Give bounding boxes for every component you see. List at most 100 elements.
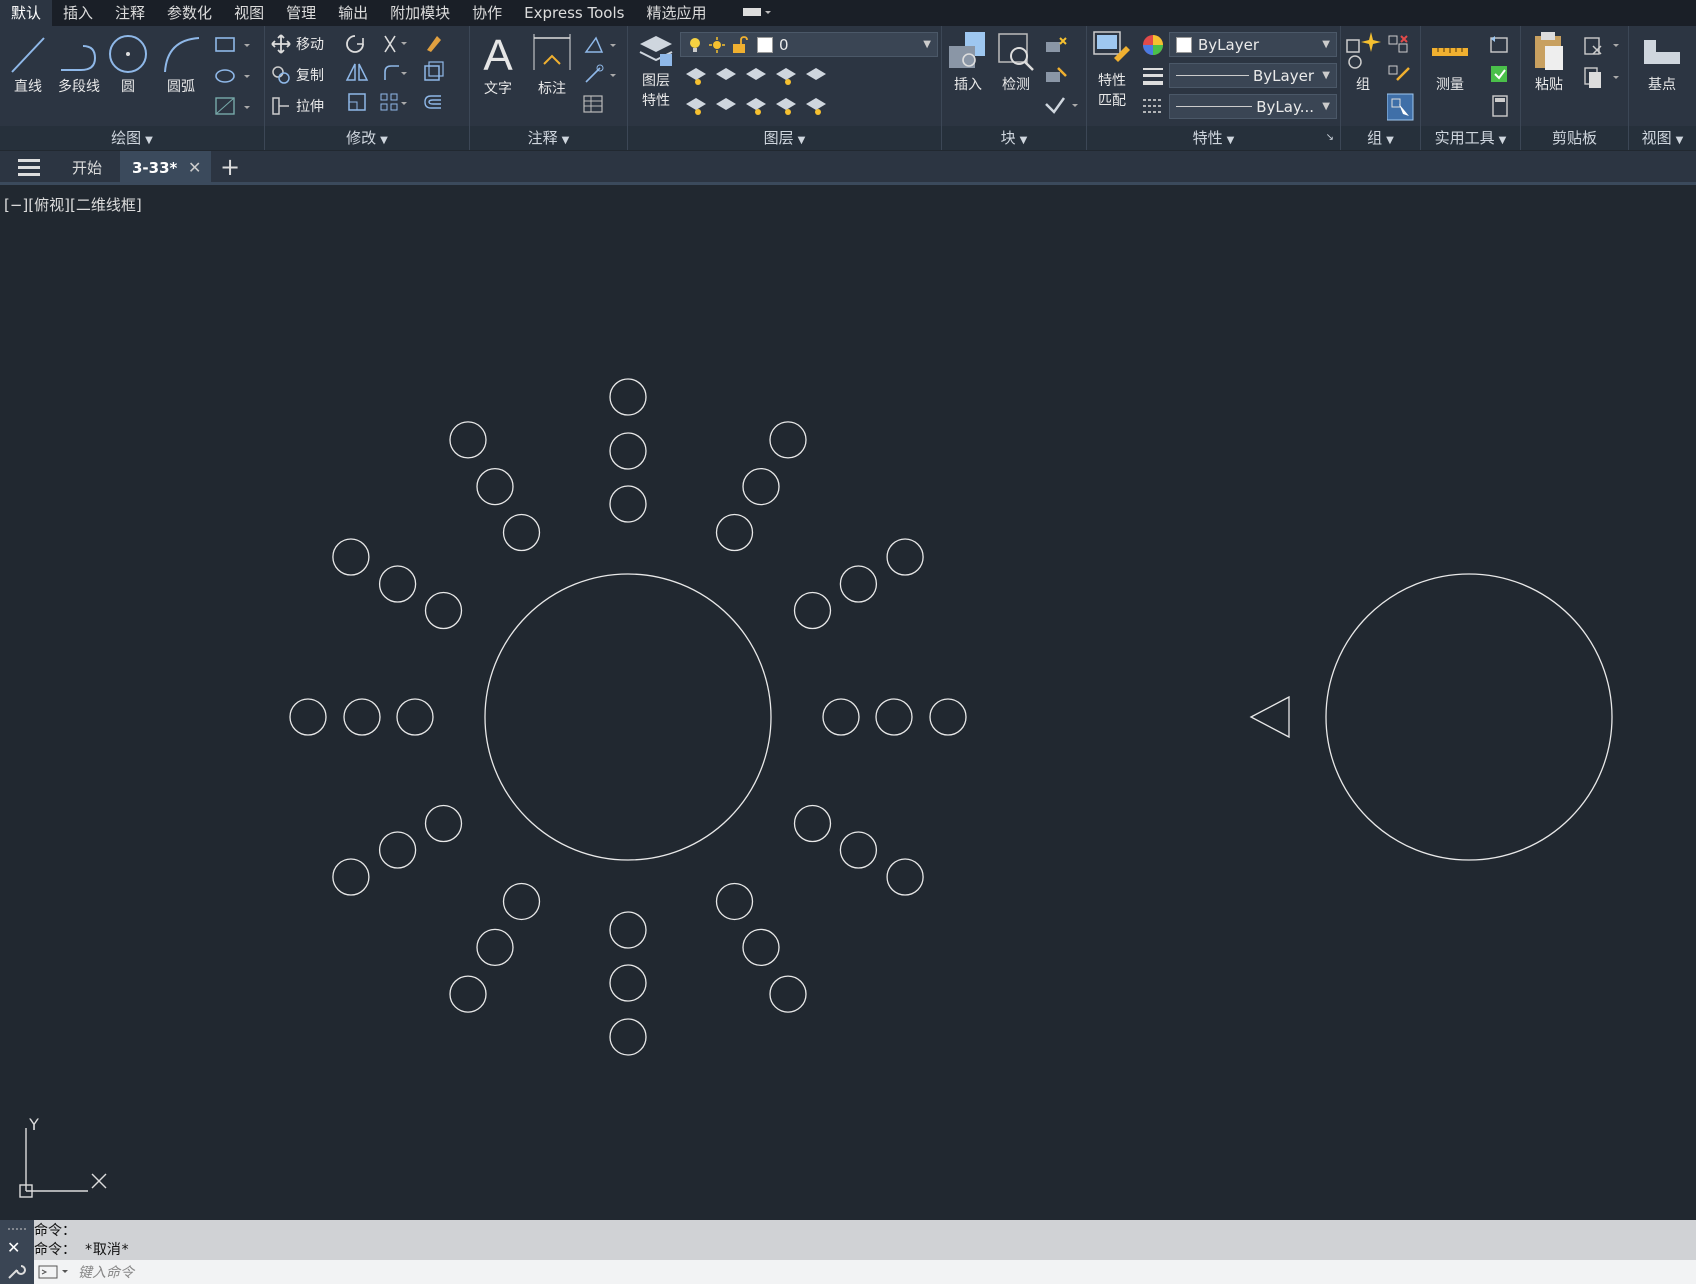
small-hole-circle[interactable] — [609, 964, 647, 1002]
small-hole-circle[interactable] — [769, 975, 807, 1013]
wrench-icon[interactable] — [6, 1262, 26, 1280]
menu-output[interactable]: 输出 — [327, 0, 379, 26]
menu-insert[interactable]: 插入 — [52, 0, 104, 26]
stretch-tool[interactable]: 拉伸 — [271, 96, 324, 116]
small-hole-circle[interactable] — [396, 698, 434, 736]
text-tool[interactable]: A 文字 — [476, 30, 520, 98]
small-hole-circle[interactable] — [332, 538, 370, 576]
command-prompt-icon[interactable] — [38, 1264, 72, 1280]
small-hole-circle[interactable] — [886, 858, 924, 896]
insert-block-tool[interactable]: 插入 — [946, 30, 990, 94]
small-hole-circle[interactable] — [839, 565, 878, 603]
layer-dropdown[interactable]: 0 ▼ — [680, 32, 938, 57]
paste-tool[interactable]: 粘贴 — [1527, 30, 1571, 94]
command-input[interactable]: 键入命令 — [34, 1260, 1696, 1284]
color-wheel-icon[interactable] — [1142, 34, 1164, 56]
small-hole-circle[interactable] — [822, 698, 860, 736]
small-hole-circle[interactable] — [886, 538, 924, 576]
small-hole-circle[interactable] — [609, 911, 647, 949]
tab-document[interactable]: 3-33* ✕ — [120, 151, 212, 185]
panel-layers-title[interactable]: 图层 ▼ — [628, 126, 941, 150]
panel-properties-title[interactable]: 特性 ▼ ↘ — [1087, 126, 1340, 150]
reference-circle[interactable] — [1325, 573, 1613, 861]
small-hole-circle[interactable] — [839, 831, 878, 869]
small-hole-circle[interactable] — [609, 432, 647, 470]
linetype-dropdown[interactable]: ByLay... ▼ — [1169, 94, 1337, 119]
rectangle-icon[interactable] — [214, 34, 254, 124]
menu-manage[interactable]: 管理 — [275, 0, 327, 26]
grip-icon[interactable] — [6, 1224, 28, 1234]
menu-view[interactable]: 视图 — [223, 0, 275, 26]
new-tab-icon[interactable]: + — [208, 151, 252, 185]
panel-groups-title[interactable]: 组 ▼ — [1341, 126, 1420, 150]
dimension-tool[interactable]: 标注 — [528, 30, 576, 98]
circle-tool[interactable]: 圆 — [106, 32, 150, 96]
menu-default[interactable]: 默认 — [0, 0, 53, 26]
modify-tools-icon[interactable] — [345, 32, 465, 122]
basepoint-tool[interactable]: 基点 — [1637, 30, 1687, 94]
small-hole-circle[interactable] — [449, 975, 487, 1013]
small-hole-circle[interactable] — [793, 591, 832, 630]
menu-express-tools[interactable]: Express Tools — [513, 0, 635, 26]
menu-featured-apps[interactable]: 精选应用 — [635, 0, 717, 26]
match-properties-tool[interactable]: 特性 匹配 — [1089, 30, 1135, 110]
drawing-area[interactable]: Y X — [0, 188, 1696, 1220]
block-small-icons[interactable] — [1044, 34, 1084, 124]
group-tool[interactable]: 组 — [1343, 30, 1383, 94]
arrow-triangle[interactable] — [1249, 695, 1290, 739]
panel-clipboard-title[interactable]: 剪贴板 — [1521, 126, 1628, 150]
line-tool[interactable]: 直线 — [6, 32, 50, 96]
small-hole-circle[interactable] — [742, 467, 780, 506]
move-tool[interactable]: 移动 — [271, 34, 324, 54]
arc-tool[interactable]: 圆弧 — [156, 32, 206, 96]
lineweight-icon[interactable] — [1142, 66, 1164, 86]
small-hole-circle[interactable] — [424, 591, 463, 630]
panel-draw-title[interactable]: 绘图 ▼ — [0, 126, 264, 150]
panel-utilities-title[interactable]: 实用工具 ▼ — [1421, 126, 1520, 150]
small-hole-circle[interactable] — [502, 513, 541, 552]
menu-hamburger-icon[interactable] — [18, 159, 40, 177]
measure-tool[interactable]: 测量 — [1425, 30, 1475, 94]
small-hole-circle[interactable] — [609, 1018, 647, 1056]
small-hole-circle[interactable] — [609, 485, 647, 523]
central-circle[interactable] — [484, 573, 772, 861]
panel-modify-title[interactable]: 修改 ▼ — [265, 126, 469, 150]
annotation-small-icons[interactable] — [582, 34, 622, 124]
color-dropdown[interactable]: ByLayer ▼ — [1169, 32, 1337, 57]
small-hole-circle[interactable] — [424, 804, 463, 843]
tab-start[interactable]: 开始 — [60, 151, 114, 185]
small-hole-circle[interactable] — [715, 882, 754, 921]
panel-view-title[interactable]: 视图 ▼ — [1629, 126, 1696, 150]
small-hole-circle[interactable] — [769, 421, 807, 459]
small-hole-circle[interactable] — [476, 928, 514, 967]
lineweight-dropdown[interactable]: ByLayer ▼ — [1169, 63, 1337, 88]
small-hole-circle[interactable] — [378, 565, 417, 603]
small-hole-circle[interactable] — [289, 698, 327, 736]
linetype-icon[interactable] — [1142, 96, 1164, 116]
menu-annotate[interactable]: 注释 — [104, 0, 156, 26]
group-small-icons[interactable] — [1387, 34, 1417, 124]
layer-tools-icons[interactable] — [684, 64, 834, 120]
menu-addins[interactable]: 附加模块 — [379, 0, 461, 26]
small-hole-circle[interactable] — [332, 858, 370, 896]
small-hole-circle[interactable] — [609, 378, 647, 416]
menu-collaborate[interactable]: 协作 — [461, 0, 513, 26]
small-hole-circle[interactable] — [502, 882, 541, 921]
small-hole-circle[interactable] — [343, 698, 381, 736]
small-hole-circle[interactable] — [742, 928, 780, 967]
layer-properties-tool[interactable]: 图层 特性 — [632, 30, 680, 110]
small-hole-circle[interactable] — [929, 698, 967, 736]
small-hole-circle[interactable] — [715, 513, 754, 552]
small-hole-circle[interactable] — [476, 467, 514, 506]
close-tab-icon[interactable]: ✕ — [188, 151, 201, 185]
close-command-icon[interactable]: ✕ — [7, 1238, 20, 1257]
panel-launcher-icon[interactable]: ↘ — [1326, 126, 1334, 150]
polyline-tool[interactable]: 多段线 — [52, 32, 106, 96]
panel-annotation-title[interactable]: 注释 ▼ — [470, 126, 627, 150]
small-hole-circle[interactable] — [449, 421, 487, 459]
menu-parametric[interactable]: 参数化 — [156, 0, 223, 26]
small-hole-circle[interactable] — [378, 831, 417, 869]
workspace-toggle-icon[interactable] — [731, 0, 783, 26]
small-hole-circle[interactable] — [793, 804, 832, 843]
drawing-canvas[interactable]: [−][俯视][二维线框] Y X — [0, 188, 1696, 1220]
